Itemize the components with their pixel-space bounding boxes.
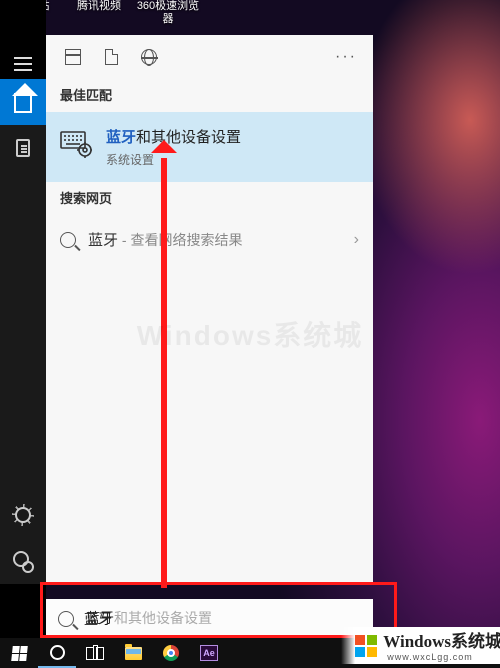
windows-logo-icon	[11, 646, 28, 661]
filter-apps-button[interactable]	[54, 35, 92, 79]
rail-settings-button[interactable]	[0, 492, 46, 538]
windows-color-logo-icon	[355, 635, 377, 657]
chrome-icon	[163, 645, 179, 661]
taskbar-chrome[interactable]	[152, 638, 190, 668]
file-explorer-icon	[125, 647, 142, 660]
document-icon	[105, 49, 118, 65]
web-search-query: 蓝牙	[88, 232, 118, 249]
rail-feedback-button[interactable]	[0, 538, 46, 584]
hamburger-icon	[14, 63, 32, 65]
watermark-url-text: www.wxcLgg.com	[387, 652, 500, 662]
watermark-brand-text: Windows系统城	[383, 627, 500, 652]
rail-home-button[interactable]	[0, 79, 46, 125]
feedback-icon	[15, 553, 31, 569]
search-filter-toolbar: ···	[46, 35, 373, 79]
gear-icon	[15, 507, 31, 523]
search-icon	[60, 232, 76, 248]
cortana-icon	[50, 645, 65, 660]
search-web-section-label: 搜索网页	[46, 182, 373, 215]
home-icon	[14, 93, 32, 111]
desktop-icon-360-browser[interactable]: 360极速浏览 器	[132, 0, 204, 40]
desktop-icons-row: 回收站 腾讯视频 360极速浏览 器	[0, 0, 500, 40]
filter-documents-button[interactable]	[92, 35, 130, 79]
screen: 回收站 腾讯视频 360极速浏览 器 ··· 最佳匹配	[0, 0, 500, 668]
desktop-icon-label: 腾讯视频	[77, 0, 121, 12]
cortana-button[interactable]	[38, 638, 76, 668]
globe-icon	[141, 49, 157, 65]
after-effects-icon: Ae	[200, 645, 218, 661]
apps-icon	[65, 49, 81, 65]
notebook-icon	[16, 139, 30, 157]
web-search-row[interactable]: 蓝牙 - 查看网络搜索结果 ›	[46, 215, 373, 264]
taskbar-after-effects[interactable]: Ae	[190, 638, 228, 668]
ellipsis-icon: ···	[335, 48, 357, 66]
desktop-icon-label-line2: 器	[163, 13, 174, 25]
hamburger-menu-button[interactable]	[0, 48, 46, 80]
more-options-button[interactable]: ···	[327, 35, 365, 79]
keyboard-settings-icon	[60, 126, 92, 158]
start-button[interactable]	[0, 638, 38, 668]
desktop-icon-tencent-video[interactable]: 腾讯视频	[66, 0, 132, 40]
desktop-icon-label-line1: 360极速浏览	[137, 0, 199, 12]
best-match-result[interactable]: 蓝牙和其他设备设置 系统设置	[46, 112, 373, 182]
cortana-left-rail	[0, 79, 46, 584]
task-view-button[interactable]	[76, 638, 114, 668]
task-view-icon	[86, 647, 104, 660]
chevron-right-icon: ›	[354, 231, 359, 249]
filter-web-button[interactable]	[130, 35, 168, 79]
best-match-title: 蓝牙和其他设备设置	[106, 126, 359, 147]
best-match-highlight: 蓝牙	[106, 129, 136, 146]
web-search-hint: - 查看网络搜索结果	[118, 232, 242, 248]
rail-notebook-button[interactable]	[0, 125, 46, 171]
watermark-corner: Windows系统城 www.wxcLgg.com	[341, 627, 500, 664]
annotation-arrow	[161, 158, 167, 588]
best-match-section-label: 最佳匹配	[46, 79, 373, 112]
search-results-panel: ··· 最佳匹配 蓝牙和其他设备设置 系统设置 搜索网页 蓝牙 - 查看网络搜索…	[46, 35, 373, 584]
taskbar-file-explorer[interactable]	[114, 638, 152, 668]
best-match-subtitle: 系统设置	[106, 151, 359, 168]
